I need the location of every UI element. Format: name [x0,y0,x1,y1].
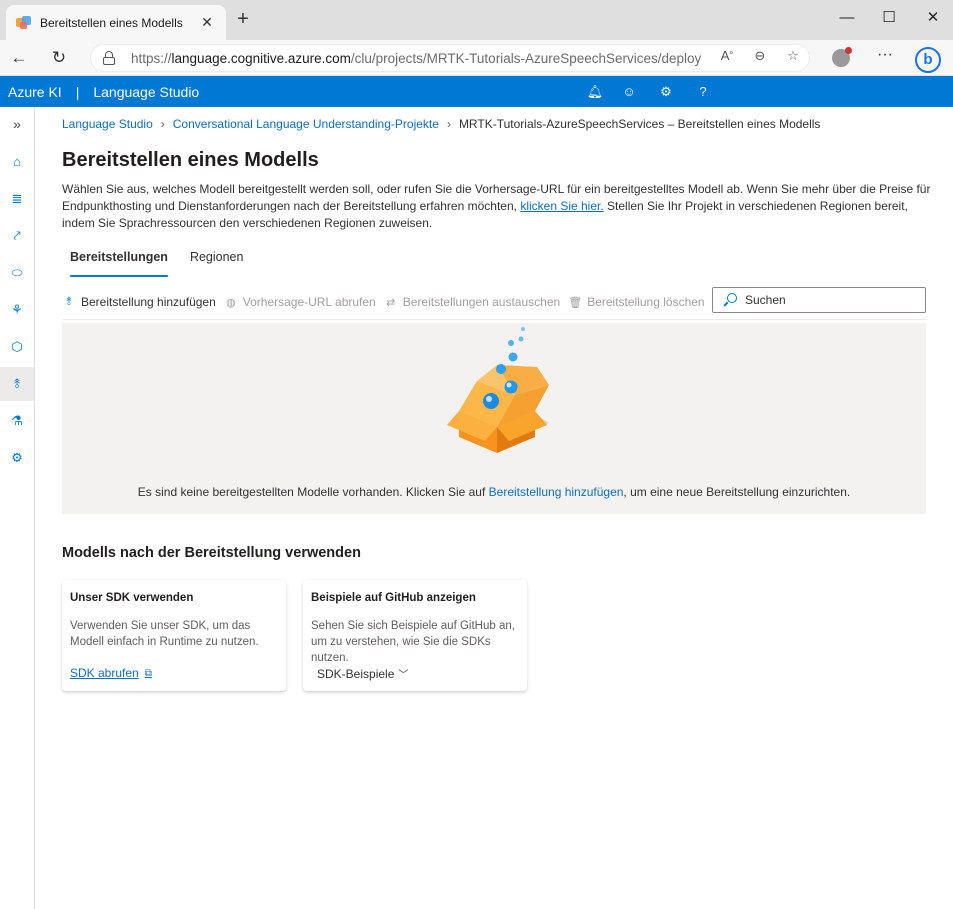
pricing-link[interactable]: klicken Sie hier. [520,199,603,213]
url-text: https://language.cognitive.azure.com/clu… [131,50,702,66]
settings-icon[interactable]: ⚙ [0,441,34,475]
chevron-down-icon: ﹀ [398,670,409,681]
tag-icon[interactable]: ⬭ [0,256,34,290]
get-sdk-link[interactable]: SDK abrufen ⧉ [70,666,152,680]
get-prediction-url-button[interactable]: ◍ Vorhersage-URL abrufen [224,295,376,309]
browser-tab-bar: Bereitstellen eines Modells ✕ + — ☐ ✕ [0,0,953,40]
tab-bereitstellungen[interactable]: Bereitstellungen [62,249,176,277]
deploy-icon[interactable]: ⥉ [0,367,34,401]
deploy-icon: ⥉ [66,295,72,308]
pivot-tabs: Bereitstellungen Regionen [62,249,257,277]
maximize-icon[interactable]: ☐ [874,8,904,30]
language-studio-favicon-icon [16,15,32,30]
swap-icon: ⇄ [386,296,396,309]
sdk-card-title: Unser SDK verwenden [70,592,194,604]
breadcrumb-language-studio[interactable]: Language Studio [62,117,153,131]
usage-section-title: Modells nach der Bereitstellung verwende… [62,545,361,561]
browser-tab[interactable]: Bereitstellen eines Modells ✕ [6,5,226,40]
refresh-icon[interactable]: ↻ [46,46,72,70]
notification-bell-icon[interactable]: 🔔︎ [586,83,604,101]
breadcrumb-chevron-icon: › [446,117,451,131]
favorites-icon[interactable]: ☆ [782,48,804,64]
read-aloud-icon[interactable]: A» [716,48,738,63]
search-box[interactable] [712,287,926,313]
feedback-smiley-icon[interactable]: ☺ [620,83,638,101]
add-deployment-link[interactable]: Bereitstellung hinzufügen [489,485,624,499]
bing-copilot-icon[interactable]: b [915,47,941,73]
empty-state-message: Es sind keine bereitgestellten Modelle v… [137,485,851,499]
swap-deployments-button[interactable]: ⇄ Bereitstellungen austauschen [384,295,560,309]
language-studio-title[interactable]: Language Studio [93,84,199,100]
new-tab-icon[interactable]: + [232,9,254,31]
back-icon[interactable]: ← [6,46,32,70]
main-content: Language Studio › Conversational Language … [35,107,953,909]
address-bar: ← ↻ https://language.cognitive.azure.com… [0,40,953,76]
empty-deployments-panel: Es sind keine bereitgestellten Modelle v… [62,323,926,514]
divider [62,319,926,320]
url-field[interactable]: https://language.cognitive.azure.com/clu… [90,44,810,72]
minimize-icon[interactable]: — [832,8,862,30]
close-window-icon[interactable]: ✕ [918,8,948,30]
azure-ki-brand[interactable]: Azure KI [8,84,62,100]
tab-regionen[interactable]: Regionen [182,249,252,277]
github-card-body: Sehen Sie sich Beispiele auf GitHub an, … [311,620,515,664]
sdk-card-body: Verwenden Sie unser SDK, um das Modell e… [70,620,259,648]
data-labeling-icon[interactable]: ⤤ [0,219,34,253]
model-cube-icon[interactable]: ⬡ [0,330,34,364]
tab-title: Bereitstellen eines Modells [40,15,183,30]
sdk-samples-dropdown[interactable]: SDK-Beispiele ﹀ [317,666,409,682]
left-navigation-rail: » ⌂ ≣ ⤤ ⬭ ⚘ ⬡ ⥉ ⚗ ⚙ [0,107,35,909]
breadcrumb-chevron-icon: › [160,117,165,131]
command-bar: ⥉ Bereitstellung hinzufügen ◍ Vorhersage-U… [62,287,926,317]
globe-icon: ◍ [225,296,236,309]
app-header: Azure KI | Language Studio 🔔︎ ☺ ⚙ ? [0,76,953,107]
close-tab-icon[interactable]: ✕ [198,14,216,31]
search-input[interactable] [745,293,915,307]
schema-icon[interactable]: ≣ [0,182,34,216]
trash-icon: 🗑︎ [568,296,583,309]
search-icon [723,293,737,307]
zoom-icon[interactable]: ⊖ [749,48,771,64]
page-description: Wählen Sie aus, welches Modell bereitges… [62,182,931,230]
header-separator: | [75,83,80,100]
training-icon[interactable]: ⚘ [0,293,34,327]
help-icon[interactable]: ? [694,83,712,101]
expand-nav-icon[interactable]: » [0,107,34,141]
breadcrumb-current: MRTK-Tutorials-AzureSpeechServices – Ber… [458,117,821,131]
more-icon[interactable]: ··· [874,46,896,64]
settings-gear-icon[interactable]: ⚙ [657,83,675,101]
page-title: Bereitstellen eines Modells [62,149,319,171]
home-icon[interactable]: ⌂ [0,145,34,179]
external-link-icon: ⧉ [144,667,152,679]
add-deployment-button[interactable]: ⥉ Bereitstellung hinzufügen [62,295,215,309]
test-flask-icon[interactable]: ⚗ [0,404,34,438]
empty-box-illustration-icon [447,327,549,453]
delete-deployment-button[interactable]: 🗑︎ Bereitstellung löschen [568,295,704,309]
breadcrumb: Language Studio › Conversational Language … [62,117,820,131]
github-card-title: Beispiele auf GitHub anzeigen [311,592,476,604]
github-samples-card: Beispiele auf GitHub anzeigen Sehen Sie … [303,580,527,691]
profile-avatar[interactable] [832,47,852,67]
lock-icon [103,51,115,65]
sdk-card: Unser SDK verwenden Verwenden Sie unser … [62,580,286,691]
breadcrumb-clu-projects[interactable]: Conversational Language Understanding-Pr… [173,117,439,131]
